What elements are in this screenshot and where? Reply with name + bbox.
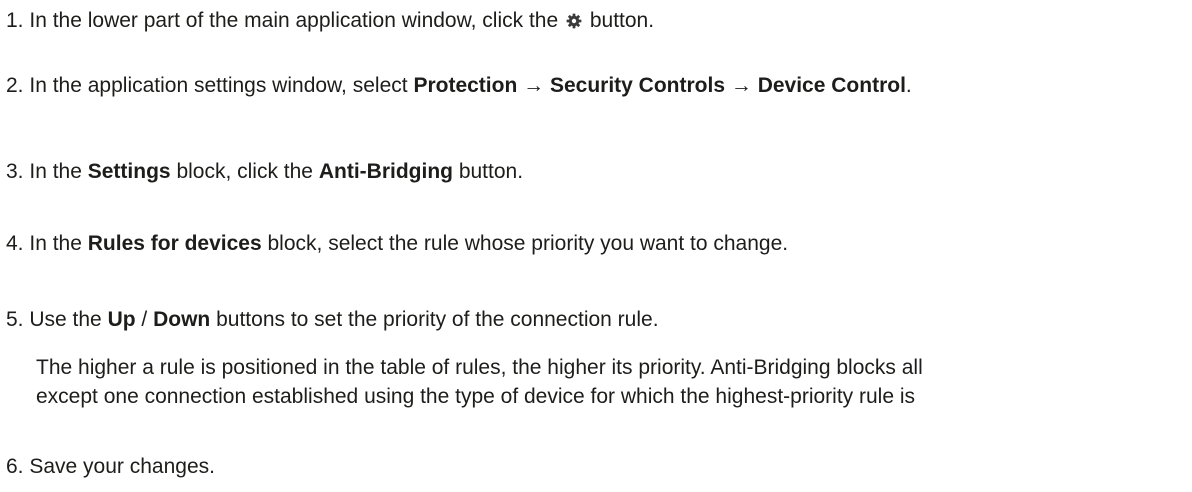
step-text: block, click the	[176, 160, 313, 183]
step-text: buttons to set the priority of the conne…	[216, 308, 659, 331]
step-number: 5.	[6, 308, 24, 331]
step-5-note-line-2: except one connection established using …	[36, 385, 916, 408]
gear-icon	[566, 8, 582, 29]
step-text: In the	[29, 160, 82, 183]
step-text: Use the	[29, 308, 102, 331]
menu-path-protection: Protection	[413, 74, 518, 97]
anti-bridging-button-label: Anti-Bridging	[318, 160, 453, 183]
step-text: button.	[458, 160, 524, 183]
step-text: Save your changes.	[29, 455, 215, 478]
arrow-icon: →	[523, 74, 545, 97]
step-number: 4.	[6, 232, 24, 255]
rules-for-devices-label: Rules for devices	[87, 232, 262, 255]
step-2: 2. In the application settings window, s…	[6, 71, 912, 100]
menu-path-security-controls: Security Controls	[549, 74, 726, 97]
step-text: button.	[589, 9, 655, 32]
step-5: 5. Use the Up / Down buttons to set the …	[6, 305, 659, 334]
up-button-label: Up	[107, 308, 136, 331]
step-text: .	[905, 74, 912, 97]
step-6: 6. Save your changes.	[6, 452, 215, 481]
step-number: 2.	[6, 74, 24, 97]
step-text: In the application settings window, sele…	[29, 74, 408, 97]
step-text: In the lower part of the main applicatio…	[29, 9, 559, 32]
menu-path-device-control: Device Control	[757, 74, 906, 97]
settings-block-label: Settings	[87, 160, 171, 183]
step-1: 1. In the lower part of the main applica…	[6, 6, 654, 35]
step-text: block, select the rule whose priority yo…	[267, 232, 789, 255]
separator: /	[141, 308, 148, 331]
step-5-note-line-1: The higher a rule is positioned in the t…	[36, 356, 923, 379]
instructions-list: 1. In the lower part of the main applica…	[0, 0, 1192, 492]
step-number: 3.	[6, 160, 24, 183]
step-text: In the	[29, 232, 82, 255]
step-number: 1.	[6, 9, 24, 32]
step-4: 4. In the Rules for devices block, selec…	[6, 229, 788, 258]
arrow-icon: →	[730, 74, 752, 97]
step-3: 3. In the Settings block, click the Anti…	[6, 157, 523, 186]
step-number: 6.	[6, 455, 24, 478]
down-button-label: Down	[153, 308, 211, 331]
